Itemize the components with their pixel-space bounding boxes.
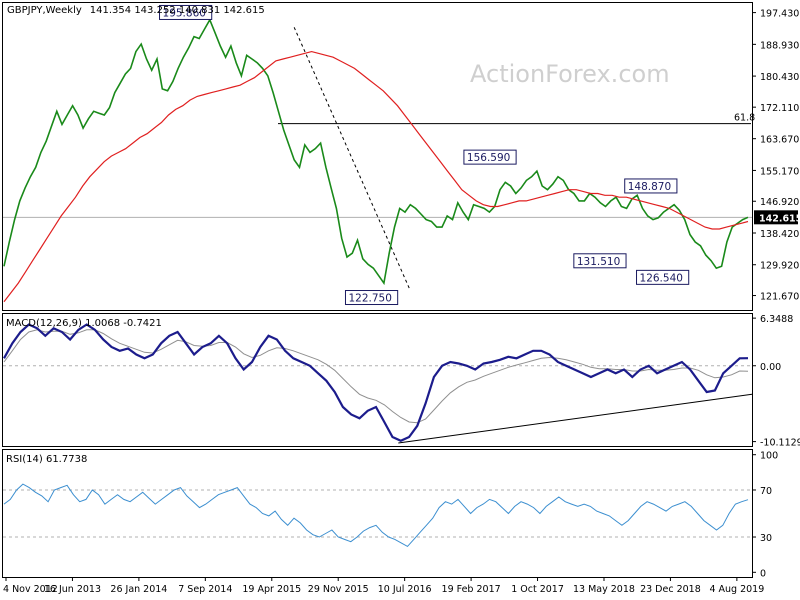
chart-canvas: ActionForex.com 61.8 197.430 188.930 180.4… [2, 2, 800, 595]
annotation-label: 131.510 [577, 256, 620, 268]
x-tick-label: 4 Aug 2019 [709, 584, 764, 595]
x-tick-label: 16 Jun 2013 [44, 584, 101, 595]
fib-level-label: 61.8 [734, 113, 755, 124]
macd-y-tick-label: 0.00 [760, 362, 781, 373]
rsi-y-tick-label: 70 [760, 486, 772, 497]
x-tick-label: 7 Sep 2014 [178, 584, 232, 595]
price-y-tick-label: 121.670 [760, 292, 799, 303]
x-tick-label: 26 Jan 2014 [110, 584, 167, 595]
rsi-y-tick-label: 30 [760, 533, 772, 544]
price-y-tick-label: 138.420 [760, 229, 799, 240]
x-tick-label: 29 Nov 2015 [308, 584, 369, 595]
last-price-label: 142.615 [759, 213, 800, 224]
price-y-tick-label: 188.930 [760, 40, 799, 51]
x-tick-label: 23 Dec 2018 [640, 584, 701, 595]
symbol-label: GBPJPY,Weekly [7, 5, 82, 16]
symbol-title: GBPJPY,Weekly 141.354 143.252 140.831 142… [7, 5, 265, 16]
rsi-title: RSI(14) 61.7738 [6, 454, 87, 465]
macd-title: MACD(12,26,9) 1.0068 -0.7421 [6, 318, 162, 329]
rsi-panel [2, 449, 753, 578]
annotation-label: 148.870 [628, 181, 671, 193]
x-tick-label: 13 May 2018 [573, 584, 635, 595]
ma-series-line [3, 50, 749, 303]
annotation-label: 156.590 [467, 152, 510, 164]
price-y-tick-label: 163.670 [760, 135, 799, 146]
annotation-label: 122.750 [348, 293, 391, 305]
macd-y-tick-label: -10.1129 [760, 438, 800, 449]
x-tick-label: 10 Jul 2016 [378, 584, 432, 595]
ohlc-label: 141.354 143.252 140.831 142.615 [90, 5, 265, 16]
annotation-label: 126.540 [640, 272, 683, 284]
macd-y-tick-label: 6.3488 [760, 314, 793, 325]
x-tick-label: 1 Oct 2017 [511, 584, 564, 595]
price-y-tick-label: 129.920 [760, 261, 799, 272]
price-y-tick-label: 197.430 [760, 9, 799, 20]
x-tick-label: 19 Feb 2017 [442, 584, 501, 595]
price-y-tick-label: 172.110 [760, 103, 799, 114]
price-panel [2, 2, 753, 311]
rsi-y-tick-label: 100 [760, 451, 778, 462]
price-y-tick-label: 146.920 [760, 197, 799, 208]
macd-trendline [398, 393, 753, 444]
x-tick-label: 19 Apr 2015 [242, 584, 301, 595]
price-y-tick-label: 180.430 [760, 72, 799, 83]
watermark: ActionForex.com [470, 60, 670, 88]
macd-series-line [3, 323, 749, 443]
price-y-tick-label: 155.170 [760, 166, 799, 177]
rsi-y-tick-label: 0 [760, 568, 766, 579]
macd-panel [2, 313, 753, 447]
